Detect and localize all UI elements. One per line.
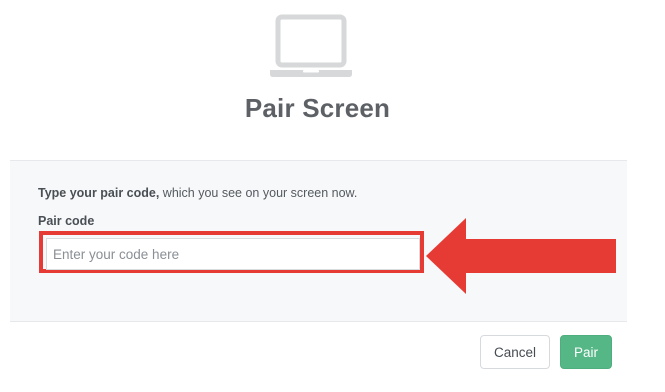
instruction-bold: Type your pair code, [38,186,160,200]
cancel-button[interactable]: Cancel [480,335,550,369]
pair-code-input[interactable] [46,238,420,270]
page-title: Pair Screen [244,93,391,123]
instruction-rest: which you see on your screen now. [159,186,358,200]
arrow-left-icon [426,218,616,294]
pair-code-label: Pair code [38,214,95,228]
pair-button[interactable]: Pair [560,335,612,369]
instruction-text: Type your pair code, which you see on yo… [38,186,357,200]
laptop-icon [270,14,352,77]
